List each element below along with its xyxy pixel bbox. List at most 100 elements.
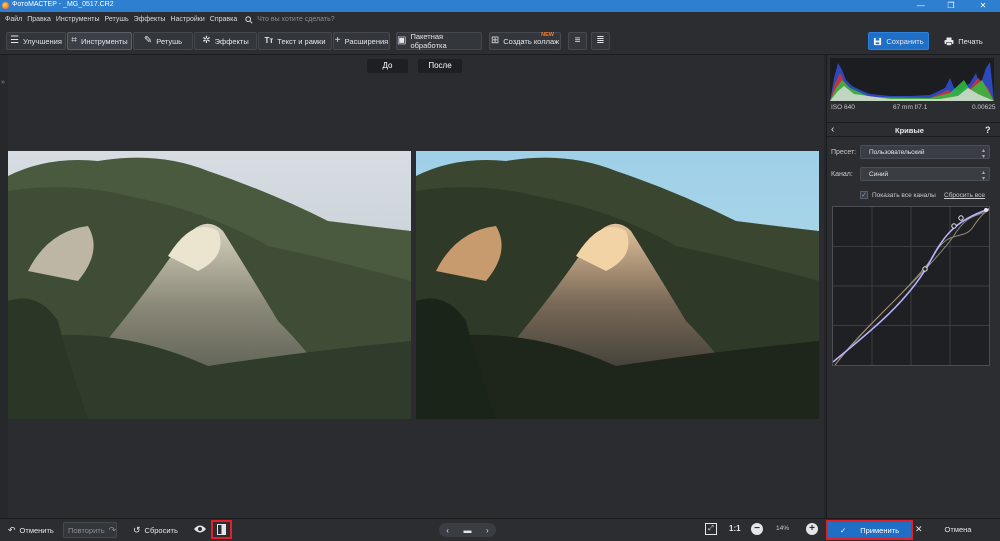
collage-icon: ⊞ — [490, 35, 500, 46]
panel-title: Кривые — [895, 126, 924, 135]
view-before-button[interactable]: До — [367, 59, 408, 73]
button-label: Печать — [958, 36, 983, 46]
app-logo-icon — [2, 2, 9, 9]
batch-processing-button[interactable]: ▣ Пакетная обработка — [396, 32, 482, 50]
curve-editor[interactable] — [832, 206, 990, 366]
button-label: Применить — [860, 525, 900, 535]
help-icon[interactable]: ? — [985, 125, 991, 135]
menu-effects[interactable]: Эффекты — [134, 12, 166, 27]
histogram — [830, 58, 994, 101]
menu-bar: Файл Правка Инструменты Ретушь Эффекты Н… — [0, 12, 1000, 27]
actual-size-button[interactable]: 1:1 — [729, 524, 741, 533]
list-settings-button[interactable]: ≣ — [591, 32, 610, 50]
list-settings-icon: ≣ — [596, 35, 605, 46]
tab-tools[interactable]: ⌗ Инструменты — [67, 32, 132, 50]
tab-label: Эффекты — [214, 36, 249, 46]
curve-control-point[interactable] — [984, 208, 988, 212]
bottom-bar: ↶ Отменить Повторить ↷ ↺ Сбросить ‹ ▬ › ⤢ 1… — [0, 518, 1000, 541]
menu-retouch[interactable]: Ретушь — [105, 12, 129, 27]
batch-icon: ▣ — [397, 35, 407, 46]
button-label: Сохранить — [886, 36, 924, 46]
fit-screen-icon[interactable]: ⤢ — [705, 523, 717, 535]
toolbar: ☰ Улучшения ⌗ Инструменты ✎ Ретушь ✲ Эффекты… — [0, 27, 1000, 55]
printer-icon — [944, 37, 954, 46]
create-collage-button[interactable]: ⊞ Создать коллаж NEW — [489, 32, 561, 50]
add-list-button[interactable]: ≡ — [568, 32, 587, 50]
zoom-in-icon[interactable]: + — [806, 523, 818, 535]
menu-help[interactable]: Справка — [210, 12, 237, 27]
plus-icon: + — [334, 35, 341, 46]
undo-button[interactable]: ↶ Отменить — [8, 525, 54, 536]
menu-settings[interactable]: Настройки — [170, 12, 204, 27]
crop-icon: ⌗ — [71, 35, 77, 46]
channel-value: Синий — [869, 170, 889, 178]
curve-control-point[interactable] — [951, 223, 957, 229]
new-badge: NEW — [541, 32, 554, 38]
menu-edit[interactable]: Правка — [27, 12, 51, 27]
collapsed-side-panel[interactable]: » — [0, 55, 8, 518]
channel-label: Канал: — [831, 171, 853, 178]
tab-label: Ретушь — [156, 36, 183, 46]
button-label: Отменить — [19, 526, 54, 535]
curve-control-point[interactable] — [958, 215, 964, 221]
spinner-icon: ▴ ▾ — [981, 170, 985, 182]
close-window-button[interactable]: ✕ — [972, 0, 994, 12]
folder-icon[interactable]: ▬ — [463, 526, 471, 535]
checkmark-icon: ✓ — [860, 191, 868, 199]
reset-arrow-icon: ↺ — [133, 525, 141, 535]
command-search[interactable]: Что вы хотите сделать? — [245, 15, 335, 24]
exif-lens: 67 mm f/7.1 — [893, 104, 928, 111]
checkbox-label: Показать все каналы — [872, 191, 936, 199]
redo-button[interactable]: Повторить ↷ — [63, 522, 117, 538]
tab-text-frames[interactable]: Tт Текст и рамки — [258, 32, 332, 50]
undo-arrow-icon: ↶ — [8, 525, 16, 535]
channel-select[interactable]: Синий ▴ ▾ — [860, 167, 990, 182]
curves-header: ‹ Кривые ? — [827, 122, 1000, 137]
menu-file[interactable]: Файл — [5, 12, 22, 27]
reset-button[interactable]: ↺ Сбросить — [133, 525, 178, 536]
apply-button[interactable]: ✓ Применить — [826, 520, 913, 540]
zoom-level: 14% — [776, 525, 790, 532]
split-compare-icon — [217, 524, 226, 535]
tab-retouch[interactable]: ✎ Ретушь — [133, 32, 193, 50]
curve-control-point[interactable] — [922, 266, 928, 272]
minimize-button[interactable]: — — [910, 0, 932, 12]
tab-label: Текст и рамки — [277, 36, 326, 46]
cancel-button[interactable]: ✕ Отмена — [915, 524, 971, 535]
zoom-out-icon[interactable]: − — [751, 523, 763, 535]
tab-enhancements[interactable]: ☰ Улучшения — [6, 32, 66, 50]
maximize-button[interactable]: ❐ — [940, 0, 962, 12]
search-placeholder: Что вы хотите сделать? — [257, 16, 335, 23]
save-button[interactable]: Сохранить — [868, 32, 929, 50]
print-button[interactable]: Печать — [933, 32, 994, 50]
before-landscape-image — [8, 151, 411, 419]
after-landscape-image — [416, 151, 819, 419]
split-view-button[interactable] — [211, 520, 232, 539]
tab-extensions[interactable]: + Расширения — [333, 32, 390, 50]
exif-iso: ISO 640 — [831, 104, 855, 111]
back-chevron-icon[interactable]: ‹ — [831, 124, 834, 135]
after-photo — [416, 151, 819, 419]
tab-label: Инструменты — [80, 36, 128, 46]
button-label: Повторить — [68, 525, 105, 535]
show-all-channels-checkbox[interactable]: ✓ Показать все каналы — [860, 191, 936, 199]
before-photo — [8, 151, 411, 419]
preset-select[interactable]: Пользовательский ▴ ▾ — [860, 145, 990, 160]
search-icon — [245, 15, 253, 24]
preview-eye-icon[interactable] — [194, 524, 206, 536]
redo-arrow-icon: ↷ — [108, 524, 117, 535]
title-bar: ФотоМАСТЕР - _MG_0517.CR2 — ❐ ✕ — [0, 0, 1000, 12]
view-after-button[interactable]: После — [418, 59, 462, 73]
curve-graph[interactable] — [832, 207, 990, 366]
previous-chevron-icon[interactable]: ‹ — [446, 526, 449, 535]
file-navigator: ‹ ▬ › — [439, 523, 496, 537]
spinner-icon: ▴ ▾ — [981, 148, 985, 160]
next-chevron-icon[interactable]: › — [486, 526, 489, 535]
exif-shutter: 0.00625 — [972, 104, 996, 111]
menu-tools[interactable]: Инструменты — [56, 12, 100, 27]
sliders-icon: ☰ — [10, 35, 20, 46]
reset-all-link[interactable]: Сбросить все — [944, 192, 985, 199]
preset-value: Пользовательский — [869, 148, 925, 156]
tab-effects[interactable]: ✲ Эффекты — [194, 32, 257, 50]
list-add-icon: ≡ — [574, 35, 581, 46]
